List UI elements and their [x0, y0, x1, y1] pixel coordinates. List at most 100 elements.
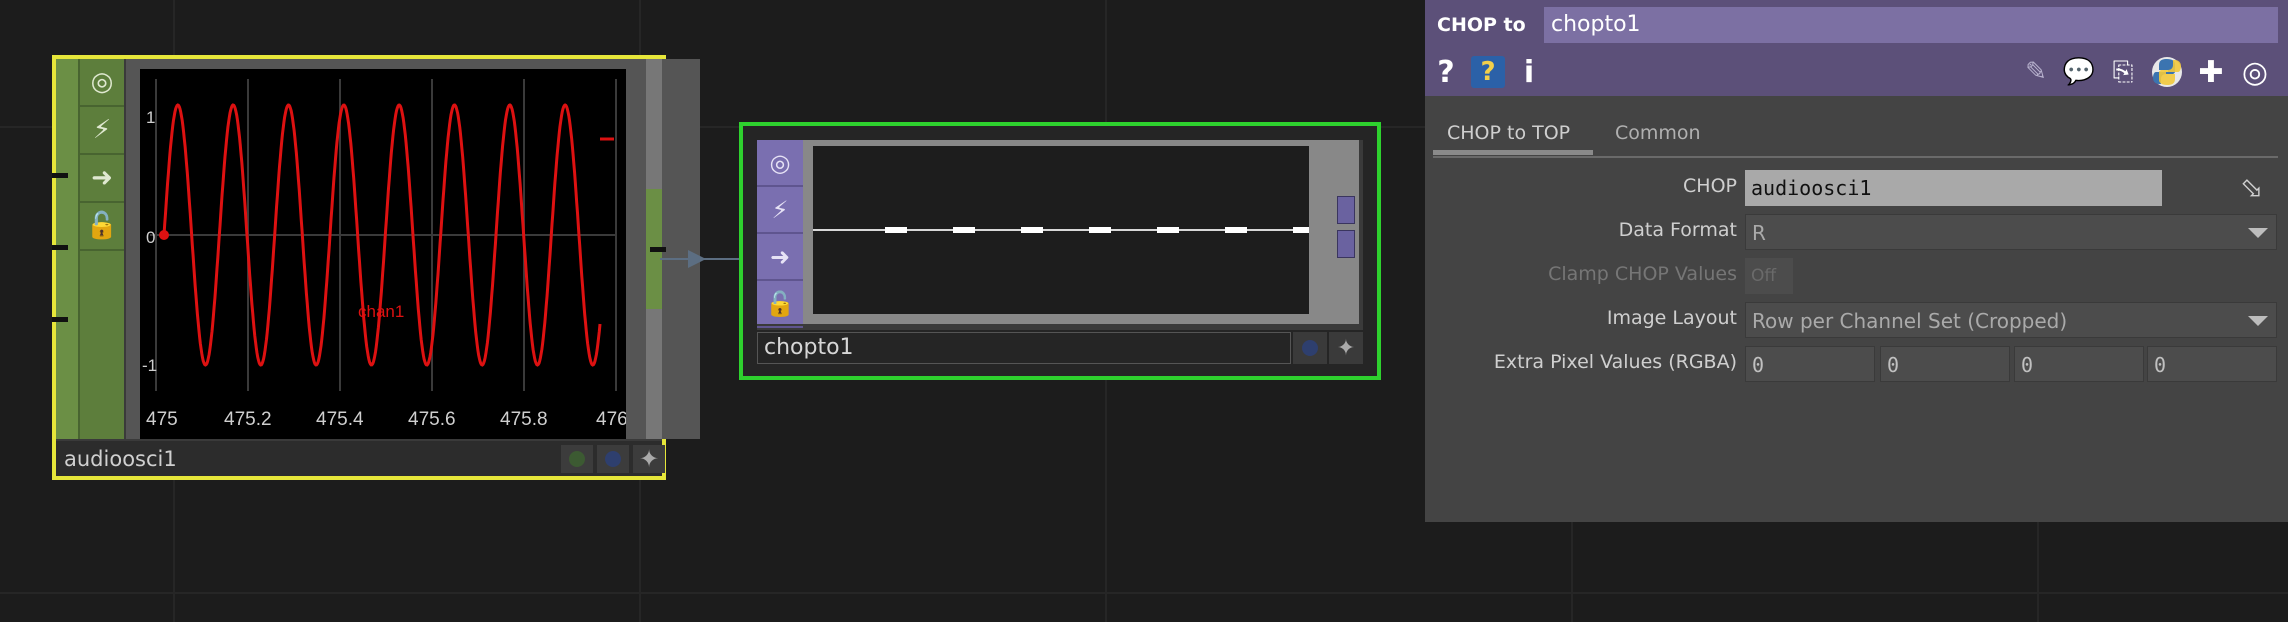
param-row-clamp: Clamp CHOP Values Off: [1425, 256, 2288, 296]
add-icon[interactable]: ✚: [2193, 52, 2229, 92]
top-viewer-screen: [813, 146, 1383, 314]
node-audioosci1[interactable]: ◎ ⚡ ➜ 🔓 1 0 -1 chan1 475 475.2 475.4 475.6 4…: [52, 55, 700, 480]
blue-dot-icon: [1302, 340, 1318, 356]
menu-value: Row per Channel Set (Cropped): [1752, 309, 2068, 333]
node-expand-button[interactable]: ✦: [633, 445, 665, 473]
y-tick-label: 0: [146, 228, 155, 247]
viewer-active-icon[interactable]: ◎: [80, 59, 124, 107]
preview-sample-mark: [885, 227, 907, 233]
x-tick-label: 475.6: [408, 409, 456, 430]
panel-header: CHOP to chopto1 ? ? i ✎ 💬 ⎘ ✚ ◎: [1425, 0, 2288, 96]
param-label: Data Format: [1618, 219, 1737, 241]
waveform-svg: 1 0 -1 chan1 475 475.2 475.4 475.6 475.8 476: [140, 79, 628, 439]
node-flags-column: ◎ ⚡ ➜ 🔓: [78, 59, 124, 439]
x-tick-label: 475.2: [224, 409, 272, 430]
input-connector[interactable]: [52, 317, 68, 322]
preview-sample-mark: [1293, 227, 1315, 233]
lock-icon[interactable]: 🔓: [757, 281, 803, 328]
extra-pixel-a-field[interactable]: 0: [2147, 346, 2277, 382]
bypass-icon[interactable]: ⚡: [80, 107, 124, 155]
display-flag-icon[interactable]: ➜: [757, 234, 803, 281]
channel-label: chan1: [358, 302, 404, 321]
node-footer: audioosci1 ✦: [56, 441, 665, 476]
param-label: CHOP: [1683, 175, 1737, 197]
node-flags-column: ◎ ⚡ ➜ 🔓: [757, 140, 803, 328]
wire-arrow-icon: [688, 250, 706, 268]
param-row-data-format: Data Format R: [1425, 212, 2288, 252]
chop-viewer[interactable]: 1 0 -1 chan1 475 475.2 475.4 475.6 475.8 476: [126, 59, 700, 439]
comment-icon[interactable]: 💬: [2059, 52, 2099, 92]
param-row-extra-pixel: Extra Pixel Values (RGBA) 0 0 0 0: [1425, 344, 2288, 384]
operator-type-label: CHOP to: [1437, 14, 1526, 36]
panel-toolbar: ? ? i ✎ 💬 ⎘ ✚ ◎: [1425, 52, 2288, 92]
cook-indicator[interactable]: [597, 445, 629, 473]
top-viewer[interactable]: [803, 140, 1383, 324]
crosshair-icon: ✦: [638, 445, 660, 473]
green-dot-icon: [569, 451, 585, 467]
waveform-plot: 1 0 -1 chan1 475 475.2 475.4 475.6 475.8 476: [140, 69, 628, 439]
info-icon[interactable]: i: [1517, 52, 1541, 92]
target-icon[interactable]: ◎: [2235, 52, 2275, 92]
param-row-chop: CHOP audioosci1 ⬂: [1425, 168, 2288, 208]
preview-sample-mark: [1157, 227, 1179, 233]
clamp-toggle[interactable]: Off: [1745, 258, 1793, 294]
data-format-menu[interactable]: R: [1745, 214, 2277, 250]
menu-value: R: [1752, 221, 1766, 245]
scrollbar-segment[interactable]: [1337, 196, 1355, 224]
clipboard-icon[interactable]: ⎘: [2105, 52, 2141, 92]
node-footer: chopto1 ✦: [757, 330, 1363, 366]
image-layout-menu[interactable]: Row per Channel Set (Cropped): [1745, 302, 2277, 338]
node-chopto1[interactable]: ◎ ⚡ ➜ 🔓 chopto1 ✦: [739, 122, 1383, 380]
param-row-image-layout: Image Layout Row per Channel Set (Croppe…: [1425, 300, 2288, 340]
input-connector[interactable]: [52, 245, 68, 250]
cook-indicator[interactable]: [561, 445, 593, 473]
x-tick-label: 475: [146, 409, 178, 430]
extra-pixel-r-field[interactable]: 0: [1745, 346, 1875, 382]
parameter-tabs: CHOP to TOP Common: [1433, 114, 2278, 158]
preview-sample-mark: [1089, 227, 1111, 233]
node-name-label[interactable]: audioosci1: [60, 445, 564, 473]
viewer-active-icon[interactable]: ◎: [757, 140, 803, 187]
active-tab-indicator: [1433, 150, 1593, 155]
scrollbar-segment[interactable]: [1337, 230, 1355, 258]
top-preview-svg: [813, 227, 1383, 233]
x-tick-label: 475.8: [500, 409, 548, 430]
node-name-label[interactable]: chopto1: [757, 332, 1291, 364]
python-help-icon[interactable]: ?: [1471, 56, 1505, 88]
tab-chop-to-top[interactable]: CHOP to TOP: [1447, 122, 1570, 144]
extra-pixel-b-field[interactable]: 0: [2014, 346, 2144, 382]
display-flag-icon[interactable]: ➜: [80, 155, 124, 203]
node-body: ◎ ⚡ ➜ 🔓: [757, 140, 1383, 336]
chevron-down-icon: [2248, 316, 2268, 326]
edit-icon[interactable]: ✎: [2019, 52, 2053, 92]
x-tick-label: 475.4: [316, 409, 364, 430]
node-expand-button[interactable]: ✦: [1329, 332, 1363, 364]
param-label: Extra Pixel Values (RGBA): [1493, 351, 1737, 373]
bypass-icon[interactable]: ⚡: [757, 187, 803, 234]
cook-indicator[interactable]: [1293, 332, 1327, 364]
python-logo-svg: [2152, 57, 2182, 87]
viewer-scrollbar[interactable]: [1337, 196, 1355, 258]
arrow-cursor-icon: ⬂: [2240, 171, 2264, 204]
param-label: Clamp CHOP Values: [1548, 263, 1737, 285]
chop-input[interactable]: audioosci1: [1745, 170, 2162, 206]
blue-dot-icon: [605, 451, 621, 467]
tab-common[interactable]: Common: [1615, 122, 1701, 144]
parameter-panel: CHOP to chopto1 ? ? i ✎ 💬 ⎘ ✚ ◎ CHOP to …: [1425, 0, 2288, 522]
chop-browse-button[interactable]: ⬂: [2240, 170, 2280, 206]
preview-sample-mark: [1021, 227, 1043, 233]
y-tick-label: 1: [146, 108, 155, 127]
preview-sample-mark: [1225, 227, 1247, 233]
operator-name-field[interactable]: chopto1: [1544, 7, 2278, 43]
time-axis-band: [140, 393, 626, 439]
extra-pixel-g-field[interactable]: 0: [1880, 346, 2010, 382]
help-icon[interactable]: ?: [1433, 52, 1459, 92]
lock-icon[interactable]: 🔓: [80, 203, 124, 251]
y-tick-label: -1: [142, 356, 157, 375]
chevron-down-icon: [2248, 228, 2268, 238]
param-label: Image Layout: [1606, 307, 1737, 329]
crosshair-icon: ✦: [1336, 335, 1356, 361]
input-connector[interactable]: [52, 173, 68, 178]
x-tick-label: 476: [596, 409, 626, 430]
python-icon[interactable]: [2147, 52, 2187, 92]
